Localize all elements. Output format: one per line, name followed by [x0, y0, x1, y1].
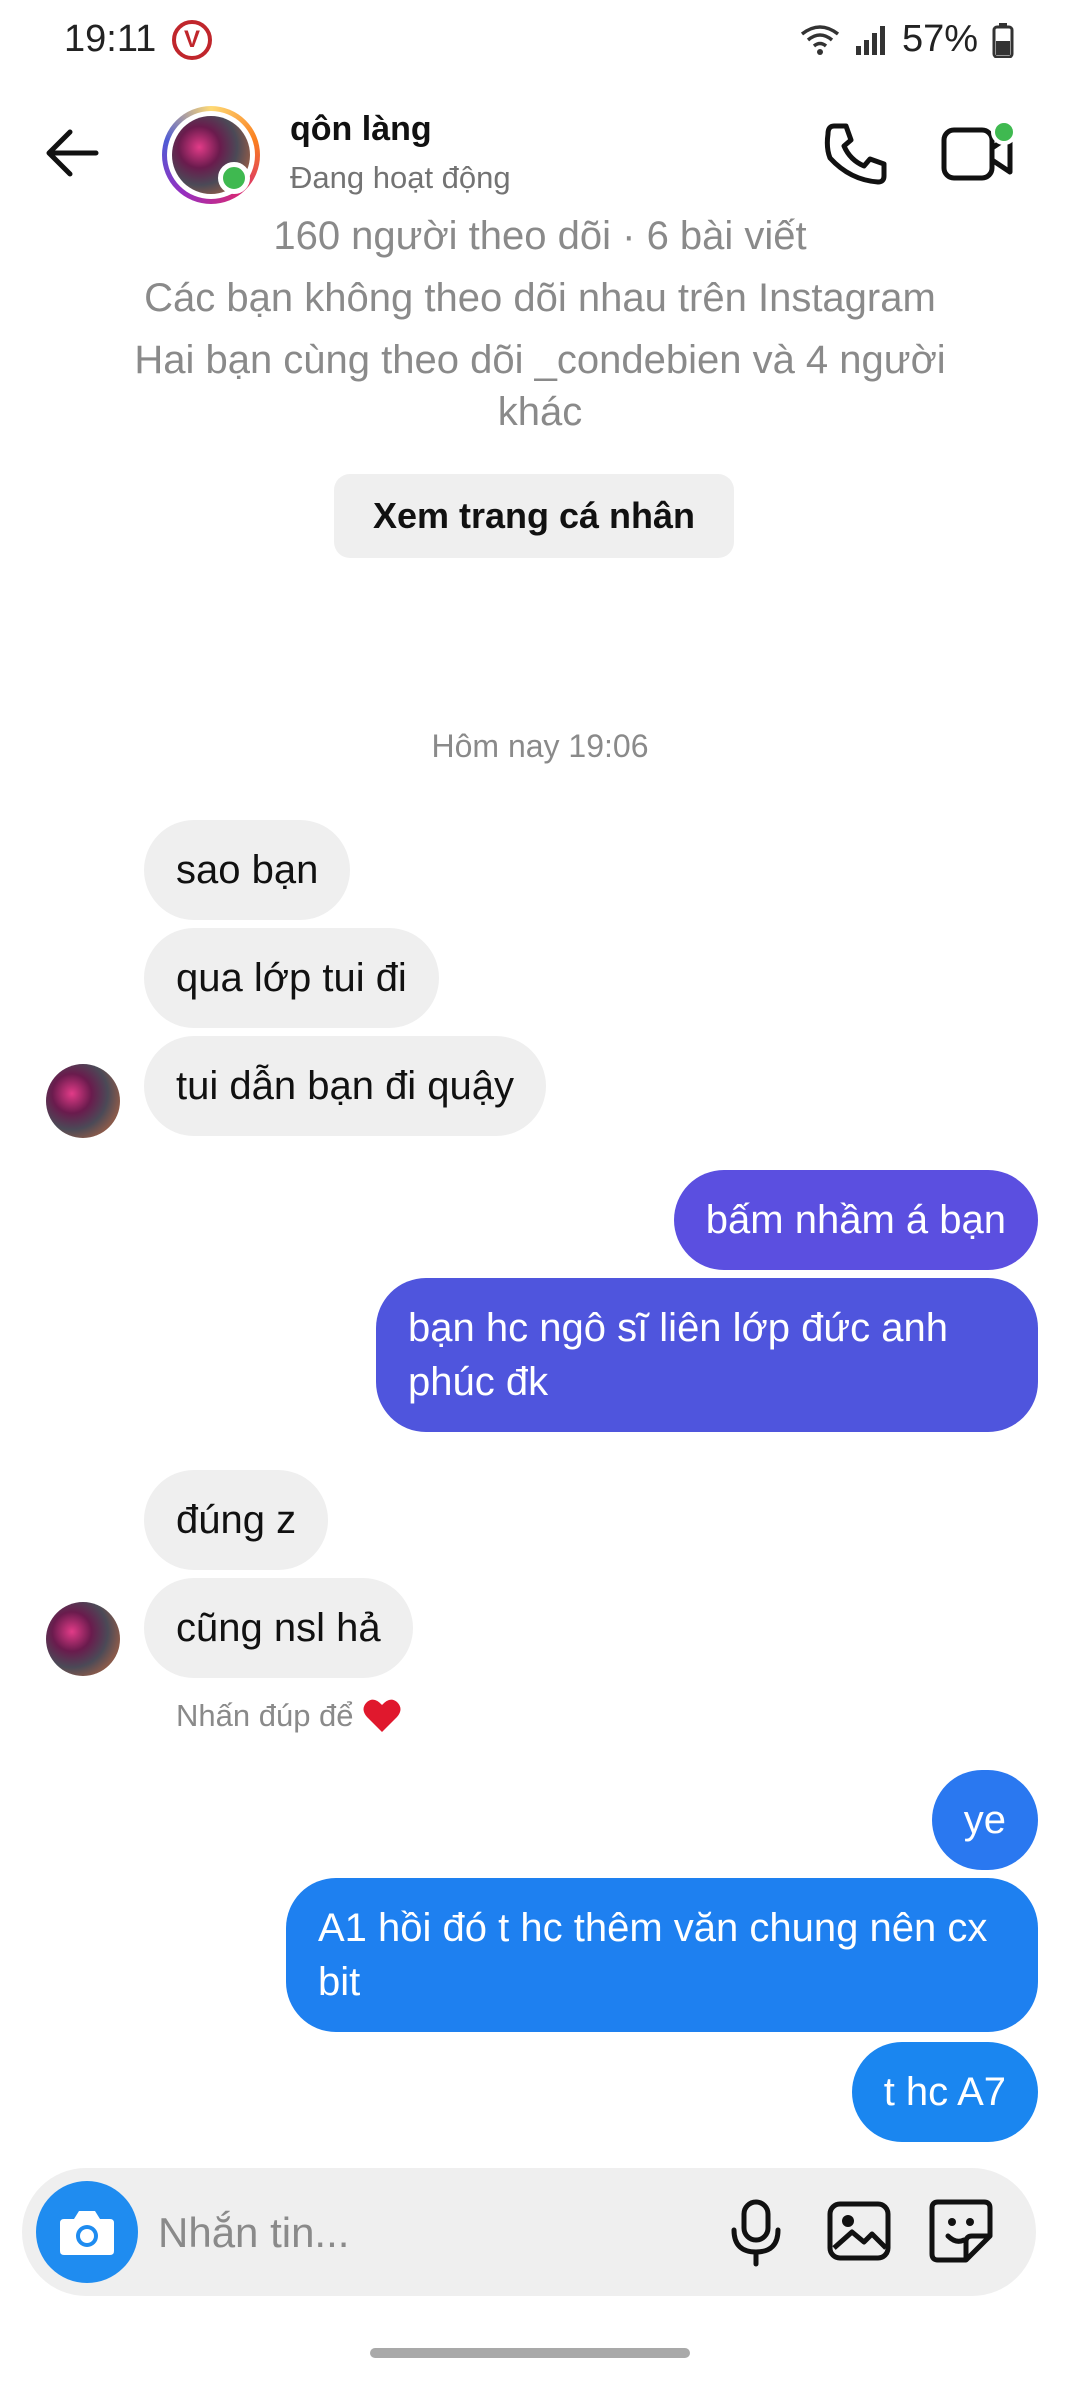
home-indicator[interactable]	[370, 2348, 690, 2358]
view-profile-button[interactable]: Xem trang cá nhân	[334, 474, 734, 558]
microphone-button[interactable]	[724, 2198, 788, 2268]
sender-avatar[interactable]	[46, 1602, 120, 1676]
app-notification-badge-icon: V	[172, 20, 212, 60]
mutual-followers-line1: Hai bạn cùng theo dõi _condebien và 4 ng…	[134, 338, 946, 382]
online-status-dot	[218, 162, 250, 194]
received-message[interactable]: tui dẫn bạn đi quậy	[144, 1036, 547, 1136]
sent-message[interactable]: ye	[931, 1770, 1038, 1870]
message-timestamp: Hôm nay 19:06	[431, 728, 649, 764]
received-message[interactable]: qua lớp tui đi	[144, 928, 439, 1028]
camera-icon	[60, 2211, 114, 2255]
message-input[interactable]	[156, 2200, 700, 2266]
back-button[interactable]	[40, 118, 110, 188]
battery-icon	[992, 22, 1014, 58]
status-time: 19:11	[64, 18, 157, 60]
double-tap-hint-text: Nhấn đúp để	[176, 1698, 354, 1733]
profile-stats: 160 người theo dõi · 6 bài viết	[273, 214, 807, 258]
sender-avatar[interactable]	[46, 1064, 120, 1138]
follow-relationship-note: Các bạn không theo dõi nhau trên Instagr…	[144, 276, 936, 320]
battery-percent: 57%	[901, 18, 978, 60]
gallery-button[interactable]	[826, 2198, 892, 2264]
contact-activity-status: Đang hoạt động	[290, 160, 511, 195]
signal-icon	[855, 25, 885, 55]
phone-call-button[interactable]	[820, 118, 892, 190]
video-call-button[interactable]	[938, 118, 1018, 190]
sent-message[interactable]: bấm nhầm á bạn	[673, 1170, 1038, 1270]
mutual-followers-line2: khác	[497, 390, 583, 434]
sent-message[interactable]: t hc A7	[851, 2042, 1038, 2142]
sent-message[interactable]: bạn hc ngô sĩ liên lớp đức anh phúc đk	[376, 1278, 1038, 1432]
double-tap-like-hint: Nhấn đúp để	[176, 1698, 402, 1734]
received-message[interactable]: cũng nsl hả	[144, 1578, 413, 1678]
status-indicators: 57%	[800, 18, 1014, 61]
sticker-button[interactable]	[926, 2196, 996, 2266]
heart-icon	[363, 1699, 401, 1732]
received-message[interactable]: sao bạn	[144, 820, 351, 920]
contact-name[interactable]: qôn làng	[290, 110, 432, 149]
camera-button[interactable]	[36, 2181, 138, 2283]
wifi-icon	[800, 24, 840, 55]
sent-message[interactable]: A1 hồi đó t hc thêm văn chung nên cx bit	[286, 1878, 1038, 2032]
received-message[interactable]: đúng z	[144, 1470, 329, 1570]
